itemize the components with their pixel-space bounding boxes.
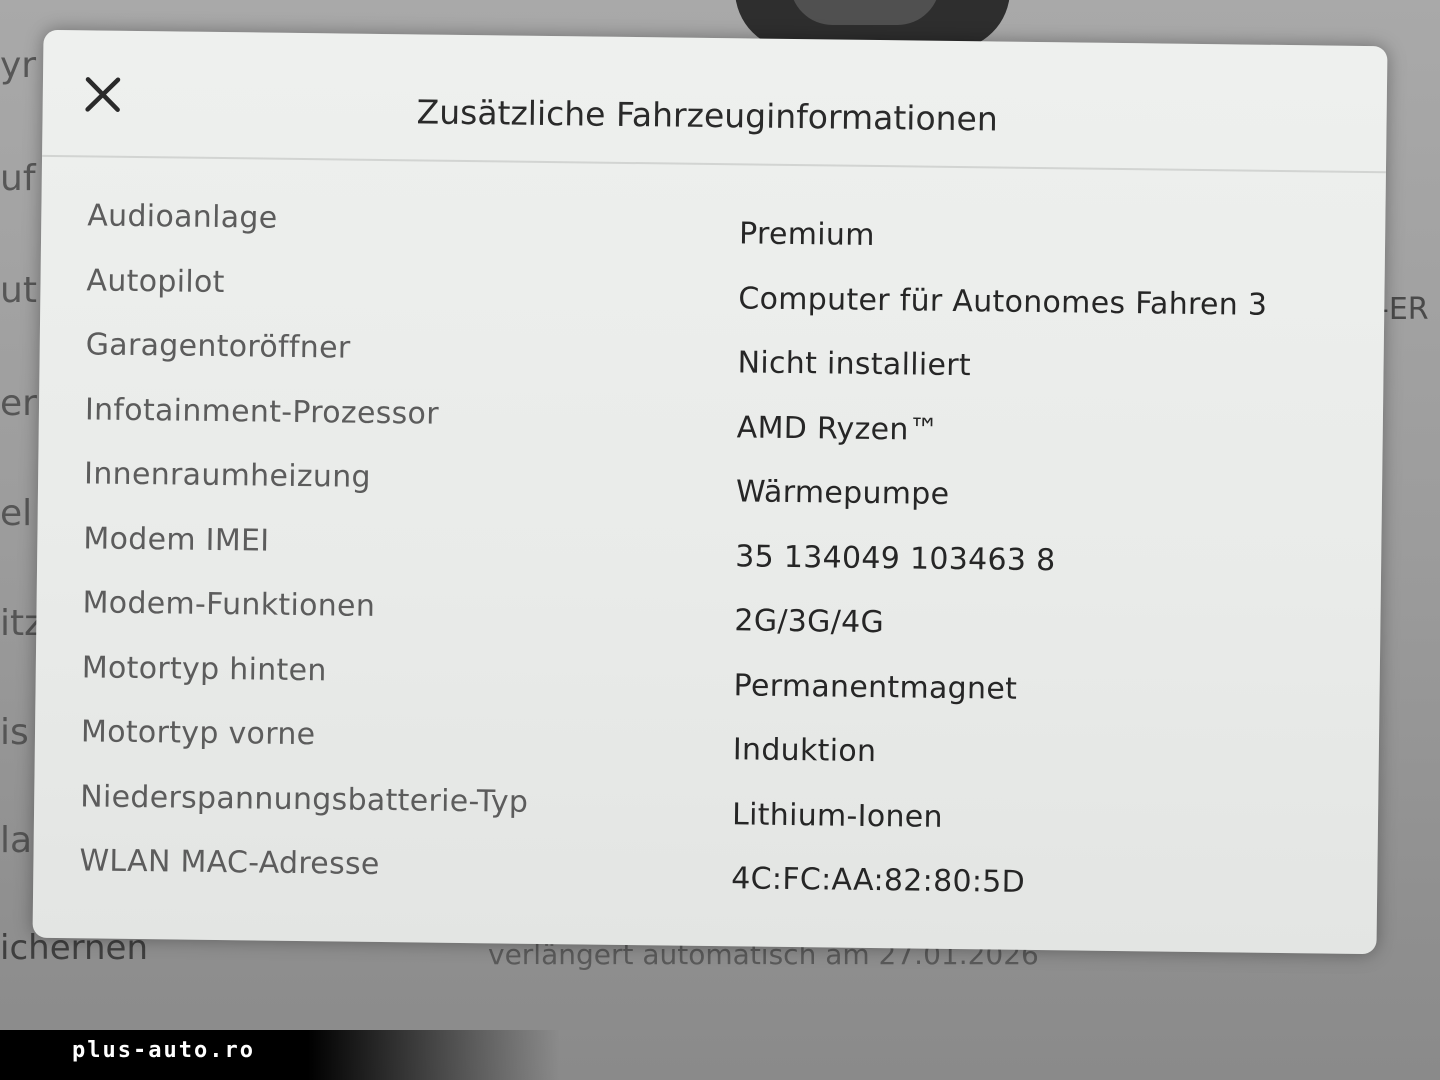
- info-value: Lithium-Ionen: [731, 796, 944, 835]
- dialog-title: Zusätzliche Fahrzeuginformationen: [416, 92, 999, 139]
- info-label: Audioanlage: [87, 198, 278, 236]
- info-label: Innenraumheizung: [83, 456, 372, 495]
- info-label: Modem-Funktionen: [82, 585, 376, 624]
- background-fragment: is: [0, 712, 29, 753]
- info-value: Induktion: [732, 732, 877, 770]
- info-value: Nicht installiert: [737, 345, 972, 384]
- info-label: Modem IMEI: [83, 520, 270, 559]
- info-value: Wärmepumpe: [735, 474, 950, 512]
- info-value: 2G/3G/4G: [734, 603, 885, 641]
- info-list: Audioanlage Premium Autopilot Computer f…: [33, 198, 1386, 924]
- info-label: WLAN MAC-Adresse: [79, 843, 380, 882]
- info-value: 4C:FC:AA:82:80:5D: [731, 861, 1026, 900]
- info-value: 35 134049 103463 8: [735, 538, 1056, 578]
- background-fragment: yr: [0, 45, 37, 86]
- info-label: Autopilot: [86, 262, 225, 300]
- info-label: Motortyp vorne: [80, 714, 316, 753]
- info-label: Infotainment-Prozessor: [84, 391, 440, 432]
- title-divider: [42, 154, 1386, 174]
- info-label: Garagentoröffner: [85, 327, 351, 366]
- info-value: Permanentmagnet: [733, 667, 1018, 707]
- background-fragment: er: [0, 383, 37, 424]
- close-button[interactable]: [79, 70, 128, 119]
- info-value: AMD Ryzen™: [736, 409, 940, 448]
- background-fragment: uf: [0, 158, 36, 199]
- info-label: Motortyp hinten: [81, 649, 327, 688]
- info-label: Niederspannungsbatterie-Typ: [80, 778, 529, 820]
- vehicle-info-dialog: Zusätzliche Fahrzeuginformationen Audioa…: [32, 29, 1388, 955]
- info-value: Computer für Autonomes Fahren 3: [738, 280, 1268, 323]
- close-icon: [85, 77, 121, 112]
- background-fragment: el: [0, 493, 33, 534]
- background-fragment: ut: [0, 270, 37, 311]
- info-value: Premium: [738, 216, 875, 253]
- background-fragment-right: -ER: [1378, 292, 1429, 327]
- watermark-text: plus-auto.ro: [72, 1038, 255, 1063]
